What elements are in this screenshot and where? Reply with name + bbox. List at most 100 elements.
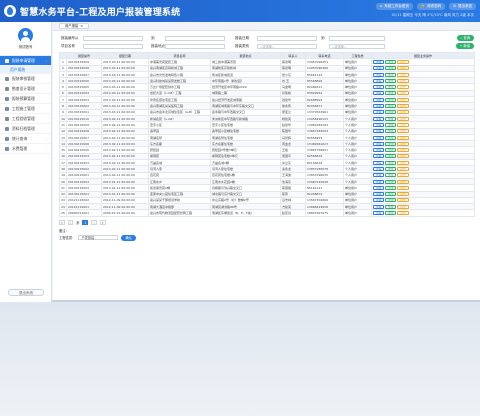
submit-button[interactable]: 提交 [397, 179, 409, 184]
submit-button[interactable]: 提交 [397, 116, 409, 121]
submit-button[interactable]: 提交 [397, 154, 409, 159]
prev-page-button[interactable]: ‹ [67, 219, 74, 225]
detail-button[interactable]: 详情 [373, 173, 385, 178]
submit-button[interactable]: 提交 [397, 129, 409, 134]
project-name-input[interactable] [83, 43, 143, 49]
logout-button[interactable]: 退出系统 [8, 289, 44, 296]
sidebar-item-apply[interactable]: 报装申请管理 ▾ [0, 56, 51, 66]
detail-button[interactable]: 详情 [373, 211, 385, 216]
detail-button[interactable]: 详情 [373, 198, 385, 203]
detail-button[interactable]: 详情 [373, 192, 385, 197]
logout-top-button[interactable]: ⏻ 退出系统 [449, 3, 476, 10]
detail-button[interactable]: 详情 [373, 204, 385, 209]
avatar[interactable] [18, 27, 33, 43]
detail-button[interactable]: 详情 [373, 104, 385, 109]
edit-button[interactable]: 修改 [385, 211, 397, 216]
apply-no-to-input[interactable] [165, 35, 225, 41]
submit-button[interactable]: 提交 [397, 97, 409, 102]
edit-button[interactable]: 修改 [385, 104, 397, 109]
edit-button[interactable]: 修改 [385, 160, 397, 165]
sidebar-item-review[interactable]: 报装审核管理 [0, 74, 51, 84]
submit-button[interactable]: 提交 [397, 204, 409, 209]
submit-button[interactable]: 提交 [397, 78, 409, 83]
sidebar-item-survey[interactable]: 勘查设计管理 [0, 84, 51, 94]
detail-button[interactable]: 详情 [373, 66, 385, 71]
edit-button[interactable]: 修改 [385, 85, 397, 90]
edit-button[interactable]: 修改 [385, 66, 397, 71]
last-page-button[interactable]: » [99, 219, 106, 225]
detail-button[interactable]: 详情 [373, 148, 385, 153]
edit-button[interactable]: 修改 [385, 116, 397, 121]
home-button[interactable]: ⌂ 系统工作台首页 [376, 3, 413, 10]
submit-button[interactable]: 提交 [397, 122, 409, 127]
project-type-select[interactable]: 户表报装 [78, 235, 119, 241]
submit-button[interactable]: 提交 [397, 104, 409, 109]
submit-button[interactable]: 提交 [397, 198, 409, 203]
sidebar-item-stats[interactable]: 统计查询 › [0, 134, 51, 144]
edit-button[interactable]: 修改 [385, 148, 397, 153]
category-sub-select[interactable]: --请选择-- [329, 43, 385, 49]
edit-button[interactable]: 修改 [385, 204, 397, 209]
sidebar-item-budget[interactable]: 报装预算管理 [0, 94, 51, 104]
change-password-button[interactable]: 🔒 修改密码 [416, 3, 446, 10]
next-page-button[interactable]: › [91, 219, 97, 225]
edit-button[interactable]: 修改 [385, 72, 397, 77]
edit-button[interactable]: 修改 [385, 192, 397, 197]
edit-button[interactable]: 修改 [385, 185, 397, 190]
detail-button[interactable]: 详情 [373, 91, 385, 96]
sidebar-item-user-apply[interactable]: 用户报装 [0, 66, 51, 74]
submit-button[interactable]: 提交 [397, 148, 409, 153]
edit-button[interactable]: 修改 [385, 179, 397, 184]
sidebar-item-water-fee[interactable]: 水费管理 › [0, 144, 51, 154]
submit-button[interactable]: 提交 [397, 135, 409, 140]
edit-button[interactable]: 修改 [385, 141, 397, 146]
detail-button[interactable]: 详情 [373, 85, 385, 90]
submit-button[interactable]: 提交 [397, 160, 409, 165]
confirm-button[interactable]: 确认 [121, 234, 137, 241]
page-number-input[interactable]: 1 [82, 219, 89, 225]
edit-button[interactable]: 修改 [385, 97, 397, 102]
submit-button[interactable]: 提交 [397, 192, 409, 197]
tab-user-apply[interactable]: 用户报装 × [59, 23, 89, 29]
detail-button[interactable]: 详情 [373, 135, 385, 140]
submit-button[interactable]: 提交 [397, 66, 409, 71]
detail-button[interactable]: 详情 [373, 154, 385, 159]
submit-button[interactable]: 提交 [397, 141, 409, 146]
detail-button[interactable]: 详情 [373, 110, 385, 115]
apply-no-from-input[interactable] [83, 35, 143, 41]
close-icon[interactable]: × [80, 24, 83, 29]
edit-button[interactable]: 修改 [385, 91, 397, 96]
detail-button[interactable]: 详情 [373, 179, 385, 184]
edit-button[interactable]: 修改 [385, 135, 397, 140]
detail-button[interactable]: 详情 [373, 78, 385, 83]
add-button[interactable]: + 新增 [455, 43, 474, 49]
submit-button[interactable]: 提交 [397, 91, 409, 96]
detail-button[interactable]: 详情 [373, 141, 385, 146]
sidebar-item-archive[interactable]: 资料归档管理 [0, 124, 51, 134]
edit-button[interactable]: 修改 [385, 59, 397, 64]
detail-button[interactable]: 详情 [373, 166, 385, 171]
submit-button[interactable]: 提交 [397, 166, 409, 171]
edit-button[interactable]: 修改 [385, 173, 397, 178]
detail-button[interactable]: 详情 [373, 185, 385, 190]
edit-button[interactable]: 修改 [385, 154, 397, 159]
submit-button[interactable]: 提交 [397, 72, 409, 77]
sidebar-item-acceptance[interactable]: 工程验收管理 [0, 114, 51, 124]
detail-button[interactable]: 详情 [373, 59, 385, 64]
category-select[interactable]: --请选择-- [257, 43, 317, 49]
detail-button[interactable]: 详情 [373, 160, 385, 165]
detail-button[interactable]: 详情 [373, 116, 385, 121]
submit-button[interactable]: 提交 [397, 185, 409, 190]
edit-button[interactable]: 修改 [385, 198, 397, 203]
edit-button[interactable]: 修改 [385, 78, 397, 83]
sidebar-item-construction[interactable]: 工程施工管理 [0, 104, 51, 114]
detail-button[interactable]: 详情 [373, 97, 385, 102]
edit-button[interactable]: 修改 [385, 110, 397, 115]
detail-button[interactable]: 详情 [373, 122, 385, 127]
submit-button[interactable]: 提交 [397, 110, 409, 115]
location-input[interactable] [165, 43, 225, 49]
submit-button[interactable]: 提交 [397, 85, 409, 90]
submit-button[interactable]: 提交 [397, 59, 409, 64]
apply-date-from-input[interactable] [257, 35, 317, 41]
apply-date-to-input[interactable] [329, 35, 385, 41]
